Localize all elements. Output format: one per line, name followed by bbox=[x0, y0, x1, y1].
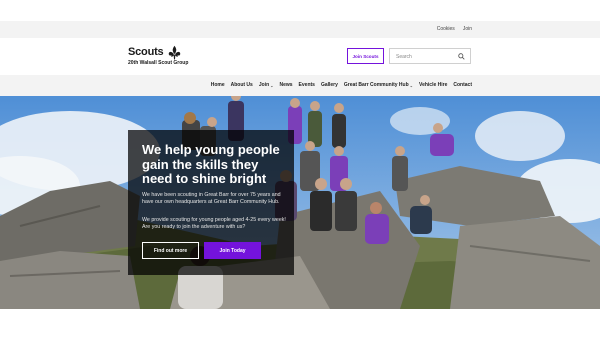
brand-name: Scouts bbox=[128, 46, 164, 58]
utility-links: Cookies Join bbox=[437, 26, 472, 32]
nav-label: News bbox=[279, 82, 293, 88]
group-name: 20th Walsall Scout Group bbox=[128, 60, 189, 66]
hero-paragraph: We provide scouting for young people age… bbox=[142, 217, 286, 230]
join-today-button[interactable]: Join Today bbox=[204, 242, 261, 259]
nav-gallery[interactable]: Gallery bbox=[321, 82, 338, 88]
scouts-logo[interactable]: Scouts 20th Walsall Scout Group bbox=[128, 45, 198, 68]
page-footer-area bbox=[0, 309, 600, 338]
search-icon[interactable] bbox=[458, 53, 465, 60]
cookies-link[interactable]: Cookies bbox=[437, 26, 455, 32]
nav-join[interactable]: Join ⌄ bbox=[259, 82, 274, 88]
chevron-down-icon: ⌄ bbox=[409, 82, 414, 88]
nav-label: Contact bbox=[453, 82, 472, 88]
nav-label: Gallery bbox=[320, 82, 338, 88]
nav-contact[interactable]: Contact bbox=[453, 82, 472, 88]
site-header bbox=[0, 38, 600, 75]
chevron-down-icon: ⌄ bbox=[270, 82, 274, 88]
nav-vehicle-hire[interactable]: Vehicle Hire bbox=[419, 82, 447, 88]
nav-label: About Us bbox=[230, 82, 253, 88]
top-band bbox=[0, 0, 600, 21]
hero-photo bbox=[0, 96, 600, 309]
search-input[interactable] bbox=[396, 52, 458, 61]
nav-events[interactable]: Events bbox=[299, 82, 315, 88]
hero-paragraph: We have been scouting in Great Barr for … bbox=[142, 192, 281, 205]
utility-join-link[interactable]: Join bbox=[463, 26, 472, 32]
join-scouts-button[interactable]: Join Scouts bbox=[347, 48, 384, 64]
nav-label: Great Barr Community Hub bbox=[343, 82, 409, 88]
nav-about-us[interactable]: About Us bbox=[231, 82, 253, 88]
hero-headline: We help young people gain the skills the… bbox=[142, 142, 280, 186]
find-out-more-button[interactable]: Find out more bbox=[142, 242, 199, 259]
nav-label: Join bbox=[258, 82, 270, 88]
nav-news[interactable]: News bbox=[279, 82, 292, 88]
utility-bar bbox=[0, 21, 600, 38]
fleur-de-lis-icon bbox=[168, 45, 181, 60]
nav-label: Events bbox=[298, 82, 315, 88]
hero-image bbox=[0, 96, 600, 309]
search-box[interactable] bbox=[389, 48, 471, 64]
nav-label: Vehicle Hire bbox=[419, 82, 448, 88]
nav-label: Home bbox=[210, 82, 225, 88]
main-nav: Home About Us Join ⌄ News Events Gallery … bbox=[211, 82, 472, 88]
nav-community-hub[interactable]: Great Barr Community Hub ⌄ bbox=[344, 82, 413, 88]
nav-home[interactable]: Home bbox=[211, 82, 225, 88]
